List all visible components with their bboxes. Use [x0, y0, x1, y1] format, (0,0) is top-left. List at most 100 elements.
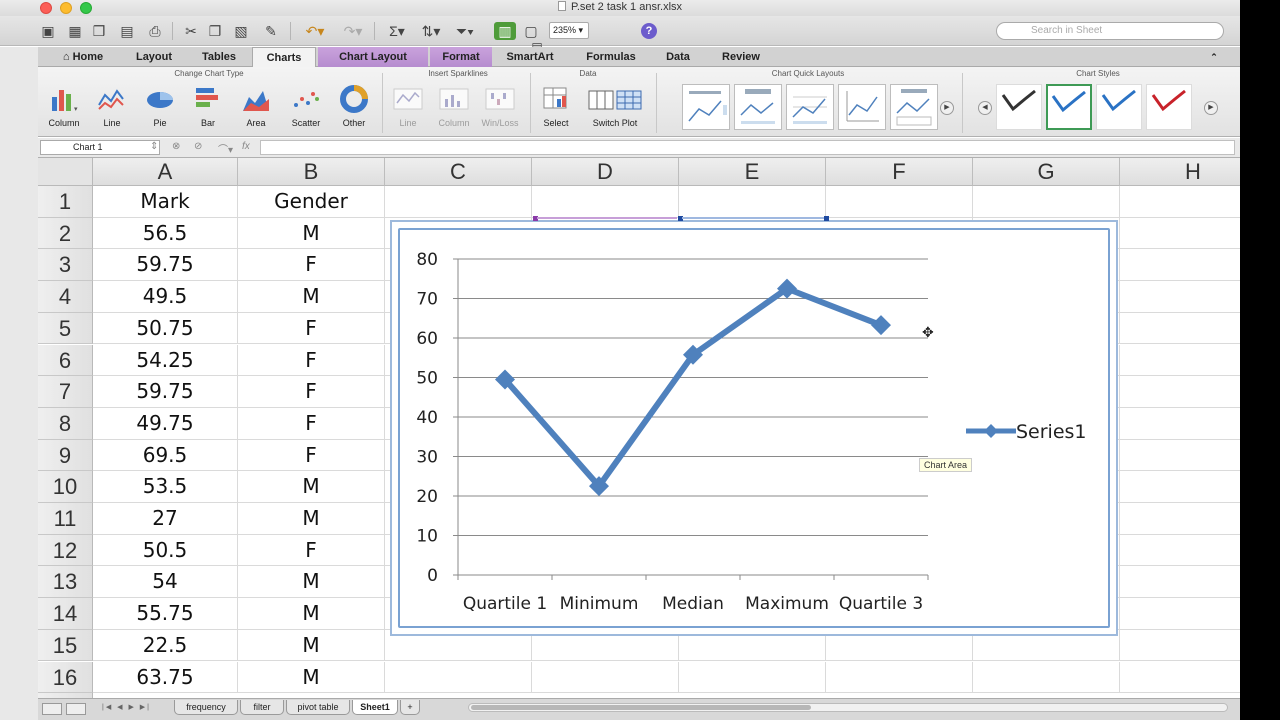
cell-a11[interactable]: 27 [93, 503, 238, 535]
cell-b16[interactable]: M [238, 661, 385, 694]
tab-data[interactable]: Data [656, 47, 700, 67]
cell-a1[interactable]: Mark [93, 186, 238, 218]
formula-input[interactable] [260, 140, 1235, 155]
cell-a6[interactable]: 54.25 [93, 344, 238, 377]
pie-chart-button[interactable]: Pie [138, 85, 182, 128]
cell-b6[interactable]: F [238, 344, 385, 377]
cut-icon[interactable]: ✂ [182, 22, 200, 40]
page-layout-view-icon[interactable] [66, 703, 86, 715]
chart-style-2[interactable] [1046, 84, 1092, 130]
quick-layout-5[interactable] [890, 84, 938, 130]
autosum-icon[interactable]: Σ▾ [382, 22, 412, 40]
cell-b7[interactable]: F [238, 376, 385, 408]
function-arguments-icon[interactable]: ⌒▾ [218, 141, 233, 156]
cell-a2[interactable]: 56.5 [93, 217, 238, 250]
scatter-chart-button[interactable]: Scatter [282, 85, 330, 128]
sort-icon[interactable]: ⇅▾ [416, 22, 446, 40]
cell-b1[interactable]: Gender [238, 186, 385, 218]
column-header-c[interactable]: C [385, 158, 532, 186]
chart-styles-prev-icon[interactable]: ◀ [978, 101, 992, 115]
horizontal-scrollbar[interactable] [468, 703, 1228, 712]
cell-b8[interactable]: F [238, 407, 385, 440]
row-header-14[interactable]: 14 [38, 598, 93, 630]
row-header-15[interactable]: 15 [38, 629, 93, 662]
insert-function-icon[interactable]: fx [242, 141, 250, 152]
format-painter-icon[interactable]: ✎ [262, 22, 280, 40]
tab-review[interactable]: Review [714, 47, 768, 67]
help-icon[interactable]: ? [641, 23, 657, 39]
cell-h16[interactable] [1120, 662, 1240, 694]
column-header-b[interactable]: B [238, 158, 385, 186]
bar-chart-button[interactable]: Bar [186, 85, 230, 128]
cell-h7[interactable] [1120, 376, 1240, 408]
quick-layout-2[interactable] [734, 84, 782, 130]
cell-a12[interactable]: 50.5 [93, 534, 238, 567]
cell-a5[interactable]: 50.75 [93, 312, 238, 345]
sparkline-winloss-button[interactable]: Win/Loss [478, 85, 522, 128]
cell-h1[interactable] [1120, 186, 1240, 218]
cell-f1[interactable] [826, 186, 973, 218]
sheet-nav-arrows-icon[interactable]: |◀ ◀ ▶ ▶| [102, 703, 151, 711]
chart-object[interactable]: 0 10 20 30 40 50 60 70 80 Quartile 1 Minimum Median… [390, 220, 1118, 636]
row-header-3[interactable]: 3 [38, 249, 93, 282]
cell-c1[interactable] [385, 186, 532, 218]
row-header-9[interactable]: 9 [38, 439, 93, 472]
quick-layout-1[interactable] [682, 84, 730, 130]
normal-view-icon[interactable] [42, 703, 62, 715]
row-header-4[interactable]: 4 [38, 281, 93, 313]
templates-icon[interactable]: ▦ [66, 22, 84, 40]
tab-format[interactable]: Format [430, 47, 492, 67]
column-header-a[interactable]: A [93, 158, 238, 186]
switch-plot-button[interactable]: Switch Plot [582, 85, 648, 128]
sheet-tab-frequency[interactable]: frequency [174, 700, 238, 715]
paste-icon[interactable]: ▧ [232, 22, 250, 40]
sheet-tab-pivot-table[interactable]: pivot table [286, 700, 350, 715]
column-header-d[interactable]: D [532, 158, 679, 186]
quick-layouts-next-icon[interactable]: ▶ [940, 101, 954, 115]
chart-style-1[interactable] [996, 84, 1042, 130]
tab-layout[interactable]: Layout [122, 47, 186, 67]
cell-e16[interactable] [679, 661, 826, 694]
cell-a14[interactable]: 55.75 [93, 598, 238, 630]
copy-icon[interactable]: ❐ [206, 22, 224, 40]
area-chart-button[interactable]: Area [234, 85, 278, 128]
cell-b12[interactable]: F [238, 534, 385, 567]
cell-h3[interactable] [1120, 249, 1240, 282]
tab-home[interactable]: ⌂ Home [46, 47, 120, 67]
open-folder-icon[interactable]: ❒ [90, 22, 108, 40]
column-header-e[interactable]: E [679, 158, 826, 186]
cell-a4[interactable]: 49.5 [93, 281, 238, 313]
cancel-formula-icon[interactable]: ⊗ [172, 141, 180, 152]
add-sheet-button[interactable]: + [400, 700, 420, 715]
cell-a16[interactable]: 63.75 [93, 661, 238, 694]
cell-a10[interactable]: 53.5 [93, 471, 238, 503]
row-header-11[interactable]: 11 [38, 503, 93, 535]
cell-b15[interactable]: M [238, 629, 385, 662]
cell-b11[interactable]: M [238, 503, 385, 535]
cell-a3[interactable]: 59.75 [93, 249, 238, 282]
cell-h10[interactable] [1120, 471, 1240, 503]
row-header-13[interactable]: 13 [38, 566, 93, 599]
row-header-12[interactable]: 12 [38, 534, 93, 567]
tab-formulas[interactable]: Formulas [576, 47, 646, 67]
tab-smartart[interactable]: SmartArt [500, 47, 560, 67]
cell-b4[interactable]: M [238, 281, 385, 313]
cell-a8[interactable]: 49.75 [93, 407, 238, 440]
cell-b3[interactable]: F [238, 249, 385, 282]
cell-h13[interactable] [1120, 566, 1240, 599]
chart-style-4[interactable] [1146, 84, 1192, 130]
confirm-formula-icon[interactable]: ⊘ [194, 141, 202, 152]
cell-g1[interactable] [973, 186, 1120, 218]
cell-b10[interactable]: M [238, 471, 385, 503]
row-header-1[interactable]: 1 [38, 186, 93, 218]
cell-b9[interactable]: F [238, 439, 385, 472]
cell-a15[interactable]: 22.5 [93, 629, 238, 662]
column-header-f[interactable]: F [826, 158, 973, 186]
horizontal-scroll-thumb[interactable] [471, 705, 811, 710]
cell-e1[interactable] [679, 186, 826, 218]
redo-icon[interactable]: ↷▾ [338, 22, 368, 40]
chart-styles-next-icon[interactable]: ▶ [1204, 101, 1218, 115]
cell-h11[interactable] [1120, 503, 1240, 535]
cell-b2[interactable]: M [238, 217, 385, 250]
row-header-7[interactable]: 7 [38, 376, 93, 408]
